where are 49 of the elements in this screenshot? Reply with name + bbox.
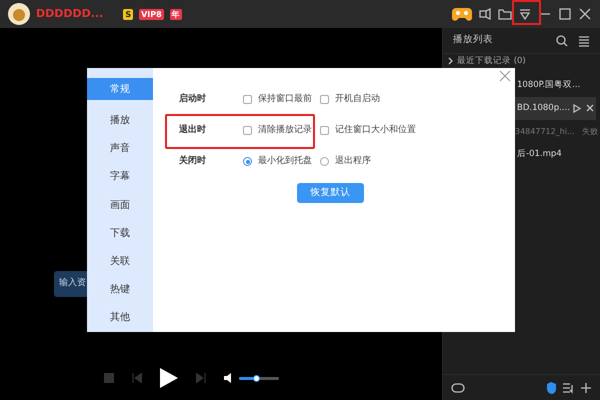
play-icon[interactable] [160,368,178,388]
panel-title: 播放列表 [453,33,494,48]
folder-icon[interactable] [498,7,512,21]
search-icon[interactable] [556,34,568,46]
setting-label: 关闭时 [179,154,207,168]
option-label: 退出程序 [335,154,371,168]
badge-label: 年 [170,8,182,20]
category-tab[interactable]: 播放 [87,106,153,135]
add-icon[interactable] [580,382,592,394]
category-tab[interactable]: 下载 [87,219,153,248]
status-label: 失败 [582,126,598,138]
category-tab[interactable]: 其他 [87,304,153,332]
playlist-item[interactable]: 最近下载记录 (0) [457,54,526,68]
play-icon[interactable] [572,104,581,113]
checkbox[interactable] [243,95,252,104]
checkbox[interactable] [320,126,329,135]
volume-slider[interactable] [238,376,278,380]
radio-button[interactable] [320,157,329,166]
close-icon[interactable] [586,104,594,112]
category-tab[interactable]: 声音 [87,134,153,163]
sort-icon[interactable] [562,382,574,394]
playlist-item[interactable]: BD.1080p.... [517,102,570,115]
badge-label: VIP8 [139,8,164,20]
avatar-icon [8,3,30,25]
menu-icon[interactable] [578,34,590,46]
playlist-item[interactable]: 34847712_hi... [515,126,575,138]
shield-icon[interactable] [547,382,556,394]
collapse-icon[interactable] [518,7,532,21]
option-label: 记住窗口大小和位置 [335,124,416,137]
option-label: 开机自启动 [335,92,380,106]
radio-button[interactable] [243,157,252,166]
volume-thumb[interactable] [252,374,260,382]
badge-label: S [123,8,134,20]
speaker-icon[interactable] [224,373,234,383]
close-button[interactable] [497,68,513,84]
chevron-icon[interactable] [448,57,454,65]
option-label: 清除播放记录 [258,124,312,137]
playlist-item[interactable]: 1080P.国粤双... [517,79,580,92]
checkbox[interactable] [243,126,252,135]
setting-label: 退出时 [179,124,207,137]
category-tab[interactable]: 字幕 [87,162,153,191]
option-label: 最小化到托盘 [258,154,312,168]
playlist-item[interactable]: 后-01.mp4 [517,148,562,161]
maximize-icon[interactable] [558,7,572,21]
close-icon[interactable] [578,7,592,21]
setting-label: 启动时 [179,92,207,106]
checkbox[interactable] [320,95,329,104]
category-tab[interactable]: 画面 [87,190,153,220]
option-label: 保持窗口最前 [258,92,312,106]
